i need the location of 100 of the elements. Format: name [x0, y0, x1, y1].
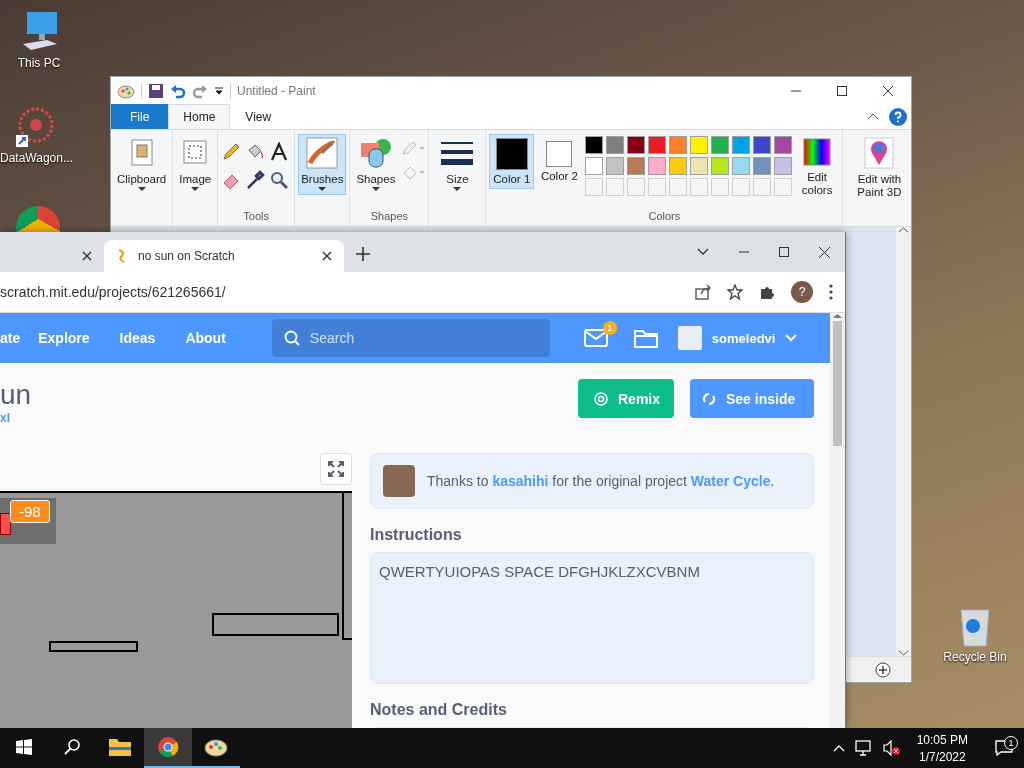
- empty-swatch[interactable]: [605, 178, 624, 196]
- save-icon[interactable]: [148, 82, 164, 99]
- close-tab-icon[interactable]: [322, 251, 332, 261]
- size-button[interactable]: Size: [432, 134, 483, 195]
- tab-search-icon[interactable]: [697, 248, 709, 256]
- muted-speaker-icon[interactable]: [882, 740, 901, 756]
- palette-swatch[interactable]: [752, 136, 771, 154]
- fullscreen-icon: [328, 461, 344, 477]
- fullscreen-button[interactable]: [320, 453, 352, 485]
- color-slot-button[interactable]: Color 1: [489, 134, 535, 189]
- color-slot-button[interactable]: Color 2: [537, 134, 582, 186]
- palette-swatch[interactable]: [773, 136, 792, 154]
- scroll-up-icon[interactable]: [833, 313, 842, 319]
- show-hidden-icons-icon[interactable]: [832, 744, 845, 752]
- zoom-in-icon[interactable]: [875, 661, 891, 678]
- brushes-button[interactable]: Brushes: [298, 134, 347, 195]
- empty-swatch[interactable]: [752, 178, 771, 196]
- palette-swatch[interactable]: [626, 157, 645, 175]
- close-tab-icon[interactable]: [82, 251, 92, 261]
- empty-swatch[interactable]: [689, 178, 708, 196]
- palette-swatch[interactable]: [731, 136, 750, 154]
- close-icon[interactable]: [819, 246, 830, 258]
- redo-icon[interactable]: [192, 82, 208, 99]
- spiral-icon: [594, 391, 608, 406]
- clipboard-button[interactable]: Clipboard: [114, 134, 170, 195]
- network-icon[interactable]: [854, 740, 873, 756]
- scrollbar-thumb[interactable]: [833, 321, 842, 446]
- profile-button[interactable]: ?: [791, 281, 813, 303]
- empty-swatch[interactable]: [584, 178, 603, 196]
- section-heading: Instructions: [370, 526, 463, 544]
- taskbar-app-button[interactable]: [144, 728, 192, 768]
- scroll-up-icon[interactable]: [899, 227, 908, 233]
- messages-icon[interactable]: [583, 329, 608, 347]
- ribbon-tab[interactable]: Home: [168, 104, 231, 129]
- caret-icon: [318, 186, 327, 192]
- palette-swatch[interactable]: [773, 157, 792, 175]
- palette-swatch[interactable]: [689, 157, 708, 175]
- palette-swatch[interactable]: [626, 136, 645, 154]
- empty-swatch[interactable]: [626, 178, 645, 196]
- avatar-icon: [677, 326, 702, 350]
- edit-colors-button[interactable]: Edit colors: [794, 134, 840, 200]
- share-icon[interactable]: [695, 284, 711, 300]
- new-tab-icon[interactable]: [356, 247, 370, 261]
- palette-swatch[interactable]: [605, 136, 624, 154]
- desktop-icon-label[interactable]: DataWagon...: [0, 151, 73, 165]
- folder-icon[interactable]: [633, 328, 658, 348]
- text-icon[interactable]: [269, 142, 290, 162]
- project-title: un: [0, 379, 32, 411]
- address-bar[interactable]: scratch.mit.edu/projects/621265661/: [0, 284, 679, 300]
- search-icon: [283, 330, 300, 346]
- puzzle-icon[interactable]: [759, 284, 775, 300]
- pencil-icon[interactable]: [221, 142, 242, 162]
- window-title: Untitled - Paint: [237, 83, 316, 98]
- undo-icon[interactable]: [170, 82, 186, 99]
- palette-swatch[interactable]: [668, 157, 687, 175]
- scrollbar[interactable]: [830, 313, 845, 728]
- close-icon: [883, 85, 893, 96]
- magnifier-icon[interactable]: [269, 170, 290, 190]
- empty-swatch[interactable]: [773, 178, 792, 196]
- group-label: Tools: [242, 210, 271, 224]
- empty-swatch[interactable]: [710, 178, 729, 196]
- browser-tab[interactable]: no sun on Scratch: [104, 240, 344, 272]
- group-label: Shapes: [369, 210, 410, 224]
- palette-swatch[interactable]: [647, 136, 666, 154]
- palette-swatch[interactable]: [584, 157, 603, 175]
- palette-swatch[interactable]: [647, 157, 666, 175]
- browser-logo-icon: [157, 736, 179, 758]
- palette-swatch[interactable]: [710, 157, 729, 175]
- more-menu-icon[interactable]: [829, 284, 833, 300]
- palette-swatch[interactable]: [584, 136, 603, 154]
- shapes-button[interactable]: Shapes: [353, 134, 399, 195]
- help-icon[interactable]: [889, 107, 907, 126]
- maximize-icon[interactable]: [779, 247, 789, 257]
- clock[interactable]: 10:05 PM 1/7/2022: [910, 732, 974, 764]
- palette-swatch[interactable]: [668, 136, 687, 154]
- palette-icon: [204, 736, 228, 758]
- dropdown-caret-icon[interactable]: [214, 85, 224, 96]
- instructions-text: QWERTYUIOPAS SPACE DFGHJKLZXCVBNM: [370, 552, 814, 684]
- section-heading: Notes and Credits: [370, 701, 508, 719]
- palette-swatch[interactable]: [752, 157, 771, 175]
- palette-swatch[interactable]: [710, 136, 729, 154]
- paint-3d-icon: [864, 137, 895, 169]
- color-picker-icon[interactable]: [245, 170, 266, 190]
- folder-icon: [108, 737, 132, 757]
- monitor-value: -98: [10, 500, 50, 523]
- empty-swatch[interactable]: [647, 178, 666, 196]
- palette-swatch[interactable]: [689, 136, 708, 154]
- star-icon[interactable]: [727, 284, 743, 300]
- ribbon-tab[interactable]: File: [111, 104, 169, 129]
- ribbon-tab[interactable]: View: [230, 104, 287, 129]
- palette-swatch[interactable]: [731, 157, 750, 175]
- paint-3d-button[interactable]: Edit with Paint 3D: [846, 134, 911, 202]
- desktop-icon-label[interactable]: This PC: [17, 56, 61, 70]
- scroll-down-icon[interactable]: [899, 650, 908, 656]
- palette-swatch[interactable]: [605, 157, 624, 175]
- image-button[interactable]: Image: [176, 134, 215, 195]
- avatar-picture: [383, 465, 415, 497]
- caret-icon: [371, 186, 380, 192]
- empty-swatch[interactable]: [668, 178, 687, 196]
- empty-swatch[interactable]: [731, 178, 750, 196]
